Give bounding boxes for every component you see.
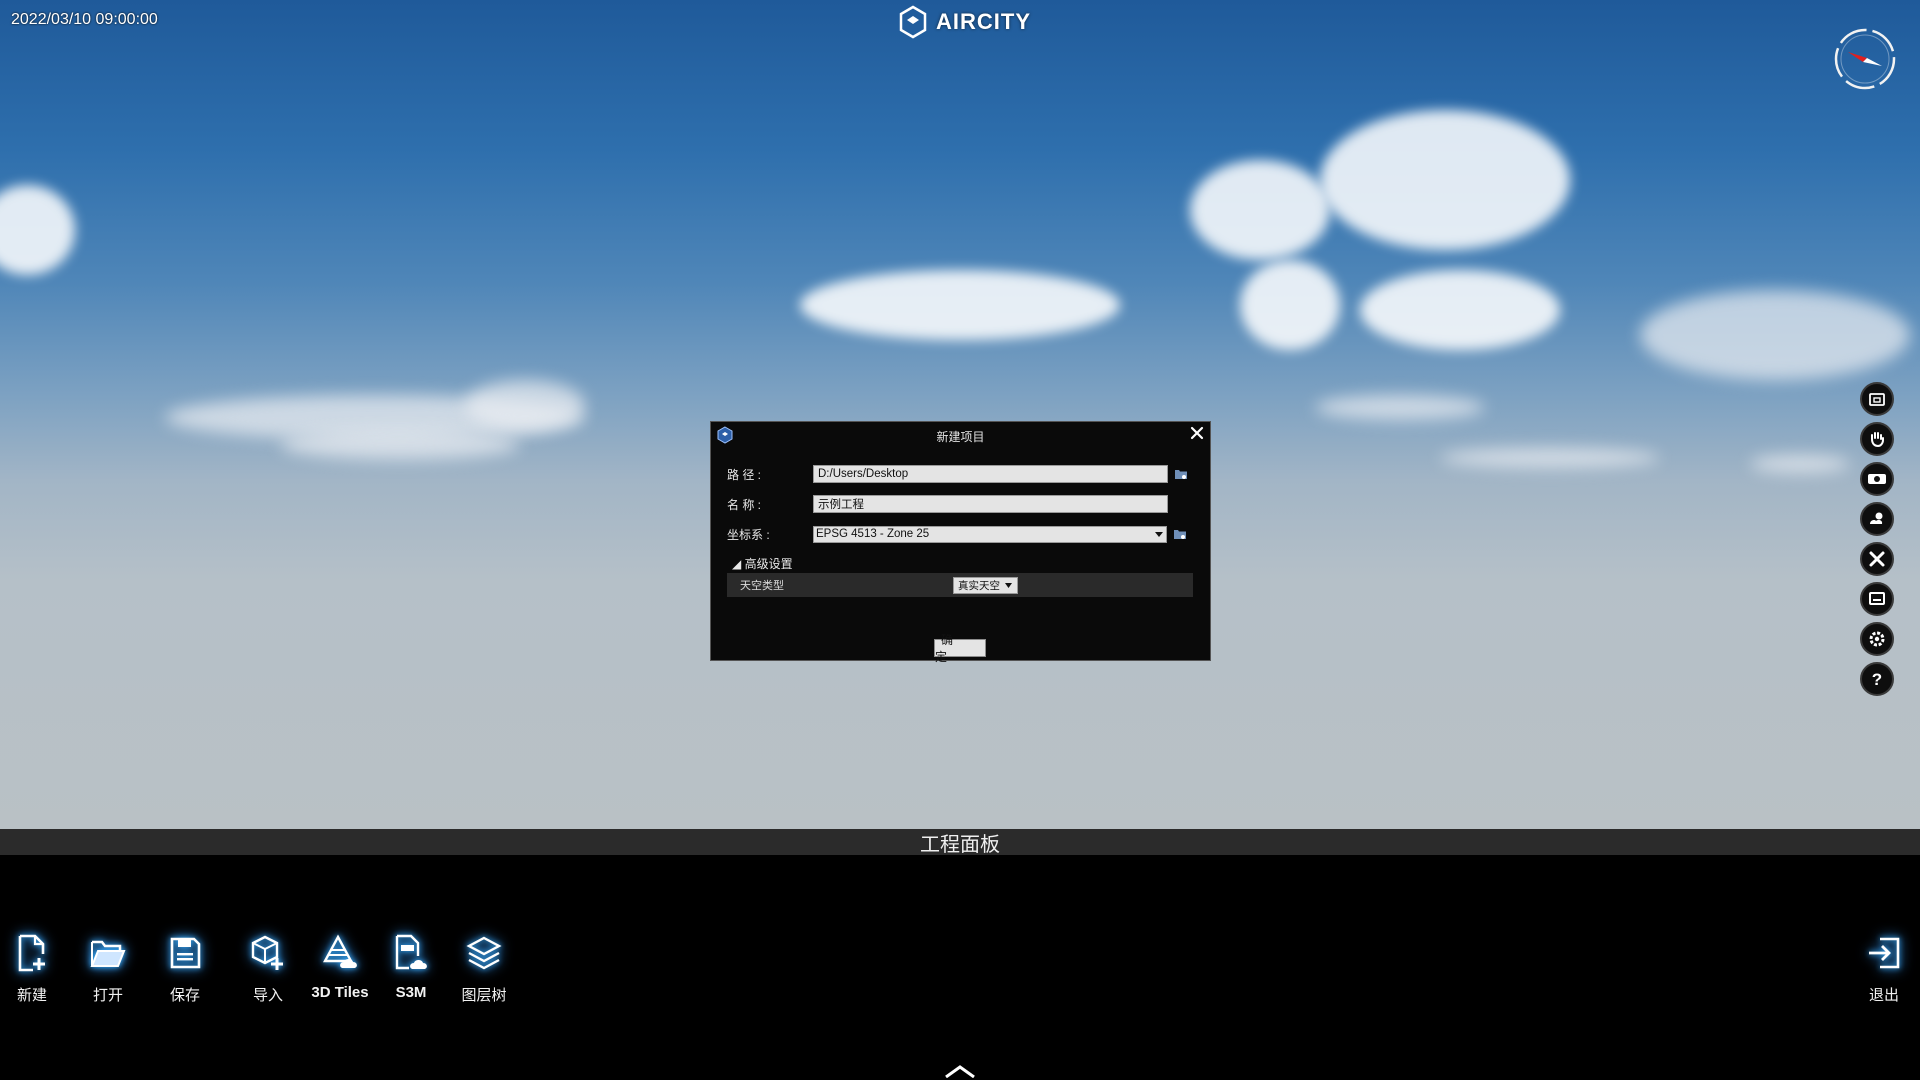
sky-type-row: 天空类型 真实天空 bbox=[727, 573, 1193, 597]
scene-datetime: 2022/03/10 09:00:00 bbox=[11, 11, 158, 28]
3d-tiles-label: 3D Tiles bbox=[311, 984, 369, 1001]
chevron-down-icon bbox=[1005, 582, 1012, 588]
3d-tiles-button[interactable]: 3D Tiles bbox=[305, 932, 375, 1001]
crs-row: 坐标系 : EPSG 4513 - Zone 25 bbox=[727, 525, 1187, 543]
side-hand-button[interactable] bbox=[1860, 422, 1894, 456]
new-button[interactable]: 新建 bbox=[0, 932, 67, 1005]
path-browse-button[interactable] bbox=[1174, 467, 1188, 481]
import-model-icon bbox=[251, 935, 283, 970]
weather-icon bbox=[1870, 512, 1883, 524]
monitor-icon bbox=[1869, 592, 1885, 605]
side-toolbar: ? bbox=[1860, 382, 1896, 702]
scene-viewport[interactable] bbox=[0, 0, 1920, 829]
project-panel-title: 工程面板 bbox=[920, 833, 1000, 856]
chevron-down-icon bbox=[1155, 532, 1163, 537]
name-label: 名 称 : bbox=[727, 497, 762, 512]
s3m-file-icon bbox=[395, 934, 427, 970]
side-weather-button[interactable] bbox=[1860, 502, 1894, 536]
ok-button[interactable]: 确 定 bbox=[934, 633, 986, 664]
new-label: 新建 bbox=[16, 987, 47, 1004]
layers-icon bbox=[466, 936, 502, 970]
close-icon[interactable] bbox=[1190, 426, 1204, 440]
gear-icon bbox=[1869, 631, 1885, 647]
name-row: 名 称 : bbox=[727, 495, 1168, 513]
aircity-logo-icon bbox=[899, 5, 927, 39]
crs-label: 坐标系 : bbox=[727, 527, 770, 542]
crs-browse-button[interactable] bbox=[1173, 527, 1187, 541]
save-label: 保存 bbox=[169, 987, 200, 1004]
dialog-titlebar[interactable]: 新建项目 bbox=[711, 422, 1210, 448]
open-label: 打开 bbox=[92, 987, 123, 1004]
folder-browse-icon bbox=[1175, 470, 1187, 479]
side-camera-button[interactable] bbox=[1860, 462, 1894, 496]
side-settings-button[interactable] bbox=[1860, 622, 1894, 656]
folder-icon bbox=[1869, 393, 1885, 406]
compass-icon[interactable] bbox=[1834, 28, 1896, 90]
crs-select[interactable]: EPSG 4513 - Zone 25 bbox=[813, 525, 1167, 543]
sky-type-label: 天空类型 bbox=[740, 580, 784, 592]
side-measure-button[interactable] bbox=[1860, 542, 1894, 576]
import-button[interactable]: 导入 bbox=[233, 932, 303, 1005]
name-input[interactable] bbox=[813, 495, 1168, 513]
svg-text:?: ? bbox=[1872, 670, 1882, 688]
camera-icon bbox=[1868, 474, 1886, 484]
side-folder-button[interactable] bbox=[1860, 382, 1894, 416]
new-project-dialog: 新建项目 路 径 : 名 称 : 坐标系 : EPSG 4513 - Zone … bbox=[710, 421, 1211, 661]
save-button[interactable]: 保存 bbox=[150, 932, 220, 1005]
measure-icon bbox=[1869, 551, 1885, 567]
folder-open-icon bbox=[90, 940, 126, 967]
sky-type-value: 真实天空 bbox=[958, 579, 1000, 592]
logo-text: AIRCITY bbox=[936, 9, 1031, 34]
exit-label: 退出 bbox=[1868, 987, 1899, 1004]
layer-tree-label: 图层树 bbox=[461, 987, 507, 1004]
path-row: 路 径 : bbox=[727, 465, 1188, 483]
side-help-button[interactable]: ? bbox=[1860, 662, 1894, 696]
path-label: 路 径 : bbox=[727, 467, 762, 482]
new-file-icon bbox=[18, 934, 45, 972]
open-button[interactable]: 打开 bbox=[73, 932, 143, 1005]
sky-type-select[interactable]: 真实天空 bbox=[953, 576, 1018, 594]
hand-icon bbox=[1871, 432, 1884, 448]
layer-tree-button[interactable]: 图层树 bbox=[449, 932, 519, 1005]
s3m-label: S3M bbox=[395, 984, 427, 1001]
3d-tiles-icon bbox=[322, 934, 357, 968]
dialog-title: 新建项目 bbox=[936, 430, 985, 444]
exit-icon bbox=[1869, 937, 1900, 969]
exit-button[interactable]: 退出 bbox=[1849, 932, 1919, 1005]
help-icon: ? bbox=[1872, 670, 1882, 688]
folder-browse-icon bbox=[1174, 530, 1186, 539]
app-logo: AIRCITY bbox=[898, 4, 1031, 40]
path-input[interactable] bbox=[813, 465, 1168, 483]
s3m-button[interactable]: S3M bbox=[376, 932, 446, 1001]
advanced-settings-toggle[interactable]: ◢ 高级设置 bbox=[732, 555, 793, 572]
import-label: 导入 bbox=[252, 987, 283, 1004]
crs-value: EPSG 4513 - Zone 25 bbox=[816, 528, 930, 540]
save-icon bbox=[170, 937, 201, 969]
project-panel-header[interactable]: 工程面板 bbox=[0, 829, 1920, 856]
side-monitor-button[interactable] bbox=[1860, 582, 1894, 616]
chevron-up-icon[interactable] bbox=[944, 1064, 976, 1078]
